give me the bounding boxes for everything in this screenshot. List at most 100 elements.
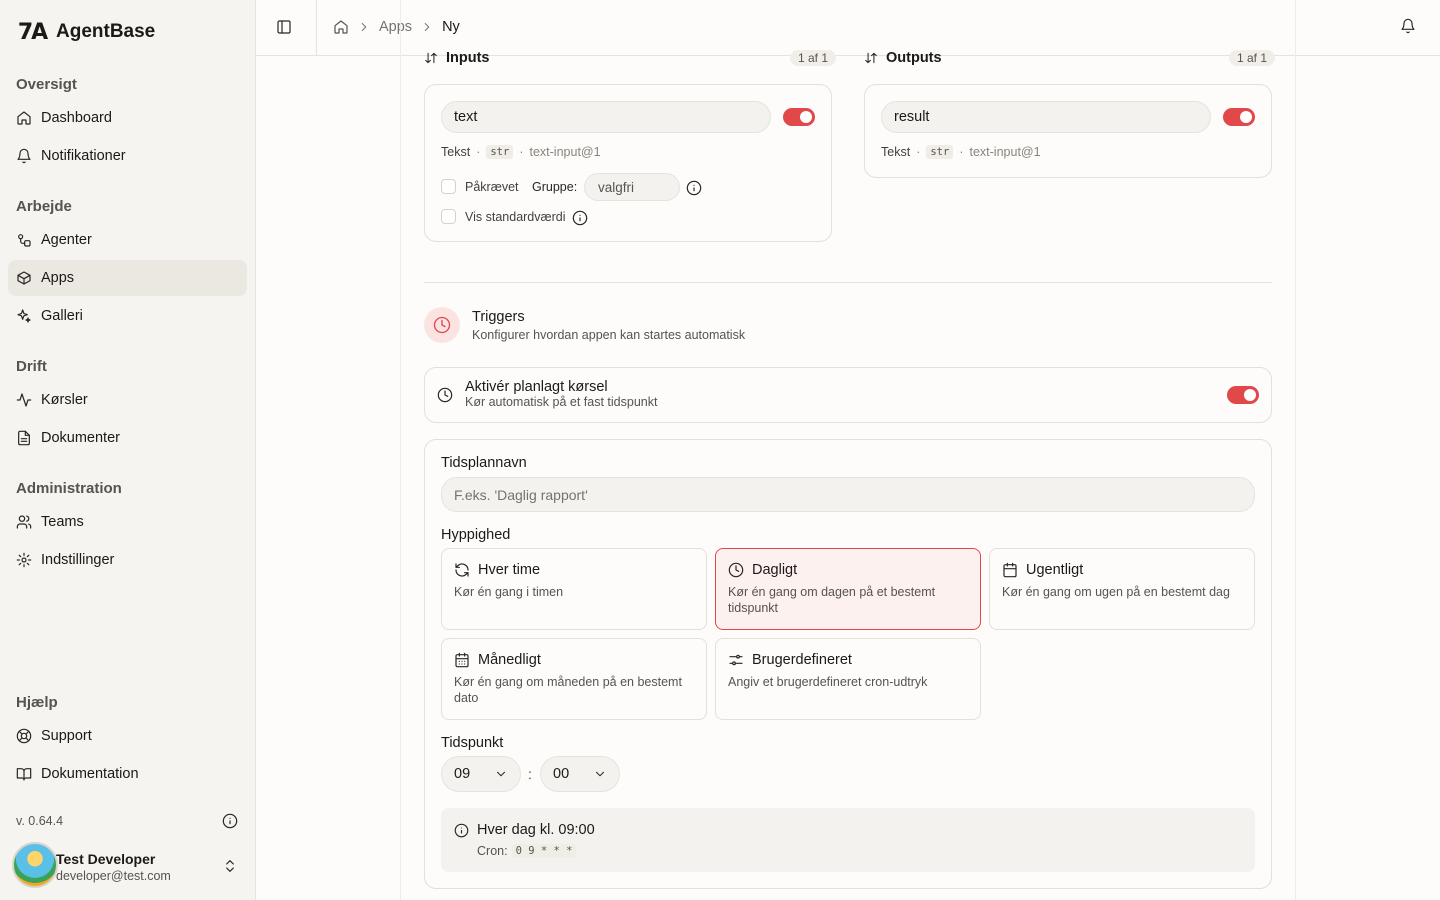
hour-value: 09 — [454, 766, 471, 782]
info-icon[interactable] — [686, 180, 702, 196]
outputs-title: Outputs — [886, 50, 942, 66]
section-label-administration: Administration — [16, 480, 122, 497]
required-label: Påkrævet — [465, 180, 519, 194]
triggers-subtitle: Konfigurer hvordan appen kan startes aut… — [472, 328, 746, 342]
frequency-desc: Kør én gang om dagen på et bestemt tidsp… — [728, 585, 936, 615]
home-icon[interactable] — [333, 19, 349, 35]
activity-icon — [16, 393, 32, 407]
section-label-hjaelp: Hjælp — [16, 694, 58, 711]
group-label: Gruppe: — [532, 180, 578, 194]
schedule-enabled-toggle[interactable] — [1227, 386, 1259, 404]
frequency-option-hourly[interactable]: Hver time Kør én gang i timen — [441, 548, 707, 630]
info-icon[interactable] — [572, 210, 588, 226]
document-icon — [18, 430, 30, 446]
schedule-subtitle: Kør automatisk på et fast tidspunkt — [465, 395, 658, 409]
frequency-desc: Kør én gang om ugen på en bestemt dag — [1002, 585, 1230, 599]
frequency-option-daily[interactable]: Dagligt Kør én gang om dagen på et beste… — [715, 548, 981, 630]
summary-cron: Cron: 0 9 * * * — [477, 844, 577, 858]
calendar-grid-icon — [455, 652, 469, 668]
cron-expression: 0 9 * * * — [511, 844, 577, 858]
sidebar-item-label: Indstillinger — [41, 552, 115, 568]
frequency-desc: Angiv et brugerdefineret cron-udtryk — [728, 675, 928, 689]
brand[interactable]: 7A AgentBase — [16, 18, 155, 46]
section-label-drift: Drift — [16, 358, 47, 375]
group-input[interactable]: valgfri — [584, 173, 680, 201]
output-enabled-toggle[interactable] — [1223, 108, 1255, 126]
bell-icon — [17, 148, 31, 164]
input-enabled-toggle[interactable] — [783, 108, 815, 126]
agentbase-logo-icon: 7A — [17, 19, 48, 45]
sidebar: 7A AgentBase Oversigt Dashboard Notifika… — [0, 0, 256, 900]
time-label: Tidspunkt — [441, 735, 504, 751]
schedule-title: Aktivér planlagt kørsel — [465, 379, 608, 395]
output-type-label: Tekst — [881, 145, 911, 159]
sidebar-item-label: Agenter — [41, 232, 92, 248]
sidebar-item-apps[interactable]: Apps — [8, 260, 247, 296]
lifebuoy-icon — [16, 728, 32, 744]
sidebar-item-agenter[interactable]: Agenter — [8, 222, 247, 258]
minute-select[interactable]: 00 — [540, 756, 620, 792]
sidebar-item-label: Support — [41, 728, 92, 744]
input-source: text-input@1 — [529, 145, 601, 159]
sidebar-item-dokumenter[interactable]: Dokumenter — [8, 420, 247, 456]
required-checkbox[interactable] — [441, 179, 456, 194]
section-label-oversigt: Oversigt — [16, 76, 77, 93]
home-icon — [17, 111, 31, 125]
avatar — [12, 842, 58, 888]
inputs-count: 1 af 1 — [790, 50, 837, 66]
frequency-option-monthly[interactable]: Månedligt Kør én gang om måneden på en b… — [441, 638, 707, 720]
bell-icon[interactable] — [1400, 18, 1416, 34]
sliders-icon — [729, 654, 743, 666]
triggers-title: Triggers — [472, 309, 525, 325]
user-menu[interactable]: Test Developer developer@test.com — [12, 840, 246, 890]
chevron-right-icon — [361, 22, 367, 32]
frequency-label: Hyppighed — [441, 527, 511, 543]
sidebar-item-galleri[interactable]: Galleri — [8, 298, 247, 334]
info-icon[interactable] — [222, 813, 238, 829]
sidebar-item-korsler[interactable]: Kørsler — [8, 382, 247, 418]
output-name-field[interactable]: result — [881, 101, 1211, 133]
input-name-field[interactable]: text — [441, 101, 771, 133]
info-icon — [454, 823, 469, 838]
frequency-title: Hver time — [478, 562, 541, 578]
sidebar-item-label: Dokumentation — [41, 766, 139, 782]
input-type-label: Tekst — [441, 145, 471, 159]
outputs-count: 1 af 1 — [1229, 50, 1276, 66]
sidebar-item-indstillinger[interactable]: Indstillinger — [8, 542, 247, 578]
sidebar-item-teams[interactable]: Teams — [8, 504, 247, 540]
frequency-option-weekly[interactable]: Ugentligt Kør én gang om ugen på en best… — [989, 548, 1255, 630]
sidebar-item-support[interactable]: Support — [8, 718, 247, 754]
show-default-checkbox[interactable] — [441, 209, 456, 224]
gear-icon — [16, 552, 32, 568]
meta-separator: · — [959, 145, 964, 159]
clock-icon — [433, 316, 451, 334]
inputs-header: Inputs — [424, 50, 490, 66]
frequency-title: Brugerdefineret — [752, 652, 852, 668]
triggers-icon-badge — [424, 307, 460, 343]
frequency-title: Månedligt — [478, 652, 541, 668]
meta-separator: · — [519, 145, 524, 159]
frequency-title: Ugentligt — [1026, 562, 1084, 578]
sidebar-item-notifikationer[interactable]: Notifikationer — [8, 138, 247, 174]
schedule-name-input[interactable]: F.eks. 'Daglig rapport' — [441, 477, 1255, 512]
arrow-up-down-icon — [865, 52, 877, 64]
section-label-arbejde: Arbejde — [16, 198, 72, 215]
sidebar-item-label: Dokumenter — [41, 430, 120, 446]
agent-icon — [18, 234, 31, 247]
chevron-down-icon — [496, 771, 506, 777]
users-icon — [16, 515, 32, 529]
clock-icon — [728, 562, 744, 578]
sidebar-toggle-icon[interactable] — [276, 19, 292, 35]
sidebar-item-dashboard[interactable]: Dashboard — [8, 100, 247, 136]
outputs-header: Outputs — [864, 50, 942, 66]
refresh-icon — [455, 563, 469, 577]
frequency-option-custom[interactable]: Brugerdefineret Angiv et brugerdefineret… — [715, 638, 981, 720]
hour-select[interactable]: 09 — [441, 756, 521, 792]
sidebar-item-dokumentation[interactable]: Dokumentation — [8, 756, 247, 792]
box-icon — [17, 271, 31, 285]
section-divider — [424, 282, 1272, 283]
user-name: Test Developer — [56, 851, 156, 867]
sidebar-item-label: Teams — [41, 514, 84, 530]
sparkles-icon — [17, 309, 31, 323]
meta-separator: · — [476, 145, 481, 159]
